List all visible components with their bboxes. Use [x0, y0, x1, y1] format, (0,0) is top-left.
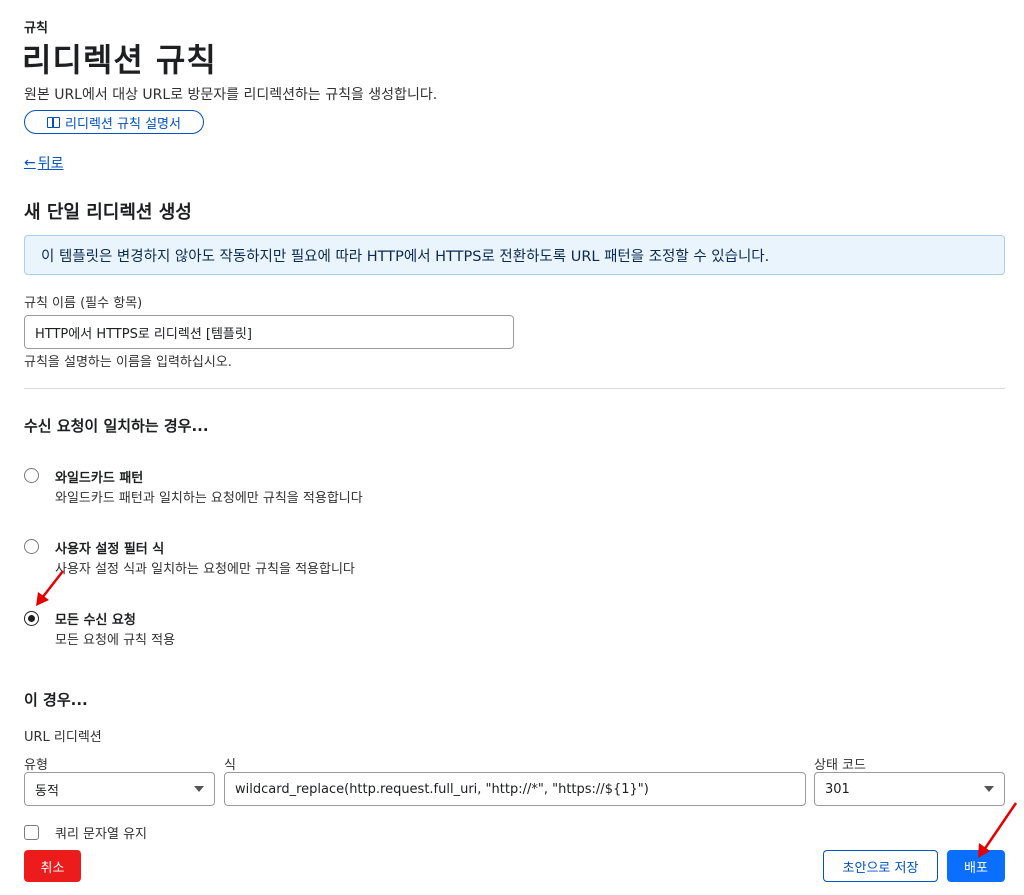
annotation-arrow-radio — [36, 570, 64, 606]
annotation-arrow-deploy — [978, 802, 1018, 858]
annotation-arrows — [36, 570, 1018, 858]
